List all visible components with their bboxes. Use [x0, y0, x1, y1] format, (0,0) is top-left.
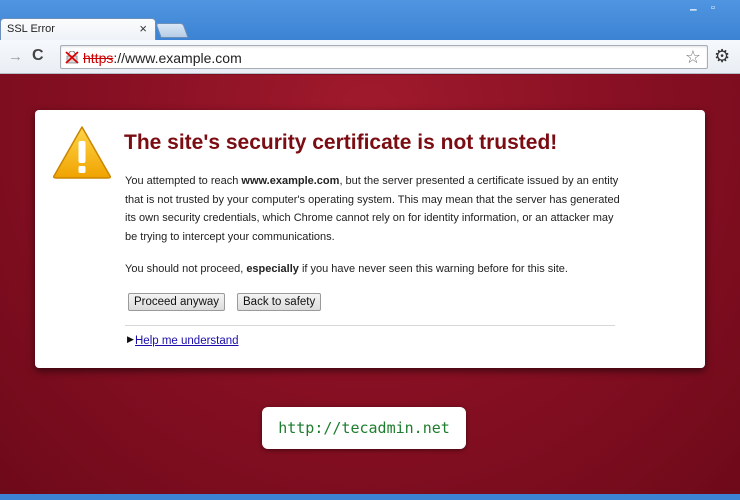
- maximize-icon[interactable]: ▫: [711, 2, 715, 14]
- address-bar[interactable]: https://www.example.com ☆: [60, 45, 708, 69]
- tab-close-icon[interactable]: ×: [139, 21, 147, 36]
- tab-ssl-error[interactable]: SSL Error ×: [0, 18, 156, 41]
- reload-icon[interactable]: C: [32, 47, 44, 65]
- ssl-error-page: The site's security certificate is not t…: [0, 75, 740, 494]
- page-title: The site's security certificate is not t…: [124, 131, 558, 154]
- url-scheme: https: [83, 50, 114, 66]
- warning-icon: [53, 126, 111, 179]
- para2-end: if you have never seen this warning befo…: [298, 263, 568, 275]
- para2-emphasis: especially: [246, 263, 299, 275]
- watermark-text: http://tecadmin.net: [278, 419, 450, 437]
- interstitial-card: The site's security certificate is not t…: [35, 110, 705, 368]
- advice-paragraph: You should not proceed, especially if yo…: [125, 260, 645, 279]
- minimize-icon[interactable]: ‒: [690, 2, 697, 16]
- url-text: https://www.example.com: [83, 50, 242, 66]
- new-tab-button[interactable]: [155, 23, 189, 38]
- browser-toolbar: → C https://www.example.com ☆ ⚙: [0, 40, 740, 74]
- bookmark-star-icon[interactable]: ☆: [685, 47, 701, 68]
- title-bar: SSL Error × ‒ ▫: [0, 0, 740, 41]
- back-to-safety-button[interactable]: Back to safety: [237, 293, 322, 311]
- window-bottom-border: [0, 494, 740, 500]
- explanation-paragraph: You attempted to reach www.example.com, …: [125, 172, 625, 246]
- settings-gear-icon[interactable]: ⚙: [714, 46, 730, 67]
- para2-start: You should not proceed,: [125, 263, 247, 275]
- para1-domain: www.example.com: [241, 175, 340, 187]
- watermark-badge: http://tecadmin.net: [262, 407, 466, 449]
- tab-title: SSL Error: [7, 23, 55, 35]
- forward-icon[interactable]: →: [8, 48, 23, 65]
- expand-arrow-icon[interactable]: ▶: [127, 334, 134, 345]
- broken-lock-icon: [65, 51, 79, 64]
- para1-start: You attempted to reach: [125, 175, 242, 187]
- url-domain: ://www.example.com: [113, 50, 242, 66]
- proceed-anyway-button[interactable]: Proceed anyway: [128, 293, 226, 311]
- divider: [125, 325, 615, 326]
- help-me-understand-link[interactable]: Help me understand: [135, 335, 239, 347]
